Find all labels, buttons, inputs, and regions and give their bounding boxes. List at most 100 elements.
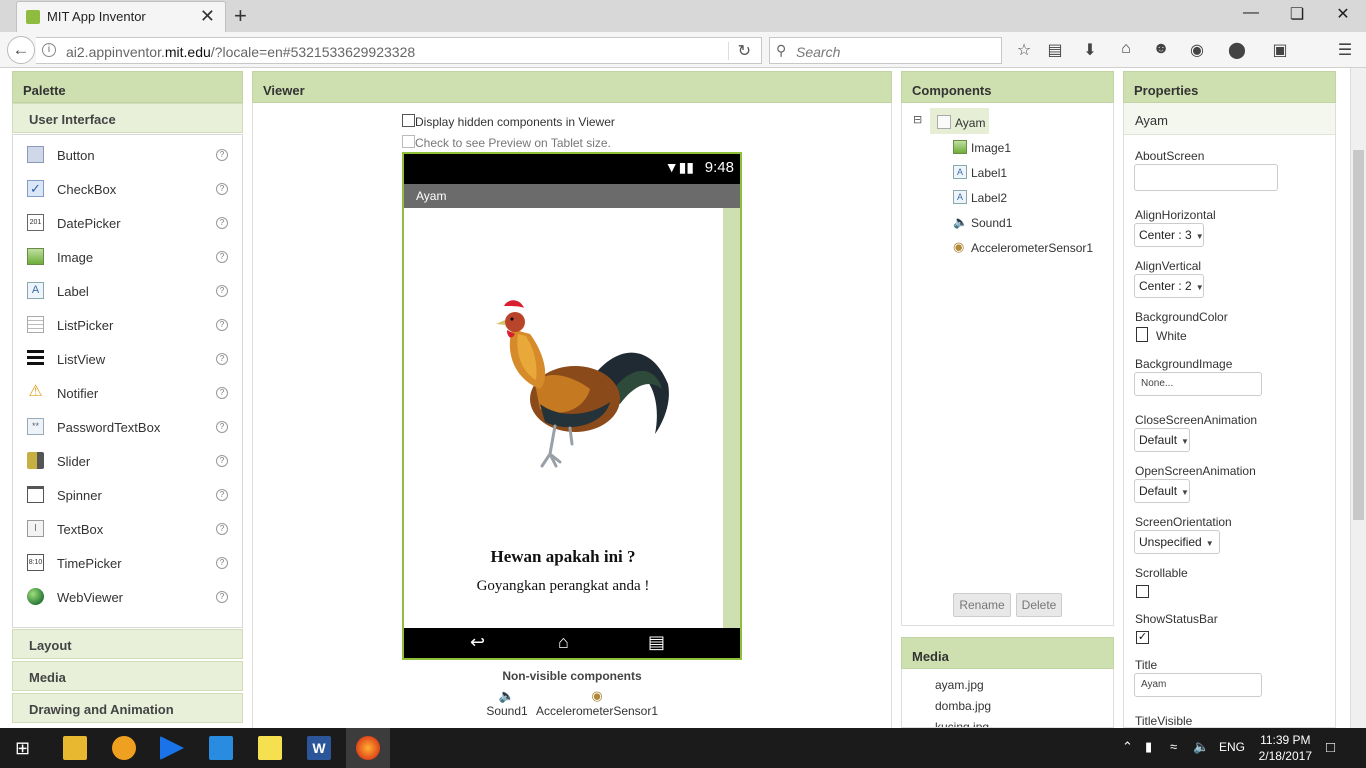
rooster-image[interactable]	[490, 294, 680, 474]
word-icon[interactable]: W	[307, 736, 331, 760]
search-input[interactable]: ⚲ Search	[769, 37, 1002, 64]
scrollbar-thumb[interactable]	[1353, 150, 1364, 520]
help-icon[interactable]: ?	[216, 353, 228, 365]
battery-icon[interactable]: ▮	[1145, 739, 1152, 755]
backgroundimage-picker[interactable]: None...	[1134, 372, 1262, 396]
alignhorizontal-select[interactable]: Center : 3 ▼	[1134, 223, 1204, 247]
dropdown-arrow-icon: ▼	[1205, 539, 1214, 548]
adblock-icon[interactable]: ⬤	[1225, 40, 1249, 60]
media-player-icon[interactable]	[160, 736, 184, 760]
bookmark-star-icon[interactable]: ☆	[1012, 40, 1036, 60]
close-window-icon[interactable]: ✕	[1328, 4, 1358, 24]
palette-item-listpicker[interactable]: ListPicker ?	[13, 309, 242, 343]
display-hidden-checkbox[interactable]	[402, 114, 415, 127]
reload-icon[interactable]: ↻	[738, 41, 751, 61]
clock[interactable]: 11:39 PM 2/18/2017	[1259, 732, 1312, 764]
chat-icon[interactable]: ☻	[1149, 40, 1173, 58]
reading-list-icon[interactable]: ▤	[1043, 40, 1067, 60]
nonvisible-sound1[interactable]: 🔈 Sound1	[482, 688, 532, 718]
menu-icon[interactable]: ☰	[1333, 40, 1357, 60]
gauge-icon: ◉	[953, 239, 965, 254]
title-input[interactable]: Ayam	[1134, 673, 1262, 697]
back-button[interactable]: ←	[7, 36, 35, 64]
home-icon[interactable]: ⌂	[1114, 40, 1138, 58]
palette-item-textbox[interactable]: I TextBox ?	[13, 513, 242, 547]
palette-item-spinner[interactable]: Spinner ?	[13, 479, 242, 513]
help-icon[interactable]: ?	[216, 251, 228, 263]
rename-button[interactable]: Rename	[953, 593, 1011, 617]
scrollable-checkbox[interactable]	[1136, 585, 1149, 598]
help-icon[interactable]: ?	[216, 557, 228, 569]
help-icon[interactable]: ?	[216, 421, 228, 433]
help-icon[interactable]: ?	[216, 591, 228, 603]
media-file-ayam[interactable]: ayam.jpg	[935, 678, 984, 692]
collapse-tree-icon[interactable]: ⊟	[913, 113, 922, 126]
palette-section-user-interface[interactable]: User Interface	[12, 103, 243, 133]
minimize-window-icon[interactable]: —	[1236, 4, 1266, 22]
browser-tab[interactable]: MIT App Inventor ✕	[16, 1, 226, 32]
backgroundcolor-value[interactable]: White	[1156, 329, 1187, 343]
show-hidden-icons-icon[interactable]: ⌃	[1122, 739, 1133, 755]
pdf-icon[interactable]: ▣	[1268, 40, 1292, 60]
color-swatch[interactable]	[1136, 327, 1148, 342]
notifications-icon[interactable]: □	[1326, 739, 1335, 756]
question-label[interactable]: Hewan apakah ini ?	[404, 547, 722, 567]
prop-alignhorizontal-label: AlignHorizontal	[1135, 208, 1216, 222]
palette-item-webviewer[interactable]: WebViewer ?	[13, 581, 242, 615]
palette-item-slider[interactable]: Slider ?	[13, 445, 242, 479]
palette-item-notifier[interactable]: ⚠ Notifier ?	[13, 377, 242, 411]
wifi-signal-battery-icon: ▼▮▮	[664, 159, 694, 175]
phone-scrollbar[interactable]	[723, 208, 740, 630]
help-icon[interactable]: ?	[216, 149, 228, 161]
nonvisible-accelerometer[interactable]: ◉ AccelerometerSensor1	[532, 688, 662, 718]
file-explorer-icon[interactable]	[63, 736, 87, 760]
palette-item-datepicker[interactable]: 201 DatePicker ?	[13, 207, 242, 241]
wifi-icon[interactable]: ≈	[1170, 739, 1177, 754]
screenorientation-select[interactable]: Unspecified ▼	[1134, 530, 1220, 554]
prop-scrollable-label: Scrollable	[1135, 566, 1188, 580]
media-file-domba[interactable]: domba.jpg	[935, 699, 991, 713]
palette-item-timepicker[interactable]: 8:10 TimePicker ?	[13, 547, 242, 581]
help-icon[interactable]: ?	[216, 489, 228, 501]
help-icon[interactable]: ?	[216, 183, 228, 195]
palette-section-layout[interactable]: Layout	[12, 629, 243, 659]
download-icon[interactable]: ⬇	[1078, 40, 1102, 60]
pocket-icon[interactable]: ◉	[1185, 40, 1209, 60]
help-icon[interactable]: ?	[216, 217, 228, 229]
media-file-kucing[interactable]: kucing.jpg	[935, 720, 989, 727]
palette-section-drawing-and-animation[interactable]: Drawing and Animation	[12, 693, 243, 723]
vlc-icon[interactable]	[112, 736, 136, 760]
palette-section-media[interactable]: Media	[12, 661, 243, 691]
aboutscreen-textarea[interactable]	[1134, 164, 1278, 191]
palette-item-checkbox[interactable]: ✓ CheckBox ?	[13, 173, 242, 207]
tablet-preview-checkbox[interactable]	[402, 135, 415, 148]
language-indicator[interactable]: ENG	[1219, 740, 1245, 754]
help-icon[interactable]: ?	[216, 285, 228, 297]
help-icon[interactable]: ?	[216, 319, 228, 331]
new-tab-icon[interactable]: +	[234, 3, 247, 29]
firefox-icon[interactable]	[356, 736, 380, 760]
volume-icon[interactable]: 🔈	[1193, 739, 1209, 755]
palette-item-image[interactable]: Image ?	[13, 241, 242, 275]
help-icon[interactable]: ?	[216, 523, 228, 535]
delete-button[interactable]: Delete	[1016, 593, 1062, 617]
help-icon[interactable]: ?	[216, 387, 228, 399]
instruction-label[interactable]: Goyangkan perangkat anda !	[404, 578, 722, 595]
alignvertical-select[interactable]: Center : 2 ▼	[1134, 274, 1204, 298]
closescreenanimation-select[interactable]: Default ▼	[1134, 428, 1190, 452]
showstatusbar-checkbox[interactable]: ✓	[1136, 631, 1149, 644]
sticky-notes-icon[interactable]	[258, 736, 282, 760]
help-icon[interactable]: ?	[216, 455, 228, 467]
palette-item-passwordtextbox[interactable]: ** PasswordTextBox ?	[13, 411, 242, 445]
openscreenanimation-select[interactable]: Default ▼	[1134, 479, 1190, 503]
restore-window-icon[interactable]: ❏	[1282, 4, 1312, 24]
palette-item-button[interactable]: Button ?	[13, 139, 242, 173]
address-bar[interactable]: i ai2.appinventor.mit.edu/?locale=en#532…	[36, 37, 762, 64]
close-tab-icon[interactable]: ✕	[200, 6, 215, 27]
sync-app-icon[interactable]	[209, 736, 233, 760]
palette-item-listview[interactable]: ListView ?	[13, 343, 242, 377]
palette-item-label[interactable]: A Label ?	[13, 275, 242, 309]
page-scrollbar[interactable]	[1350, 68, 1366, 728]
windows-start-icon[interactable]: ⊞	[15, 738, 30, 759]
site-info-icon[interactable]: i	[42, 43, 56, 57]
